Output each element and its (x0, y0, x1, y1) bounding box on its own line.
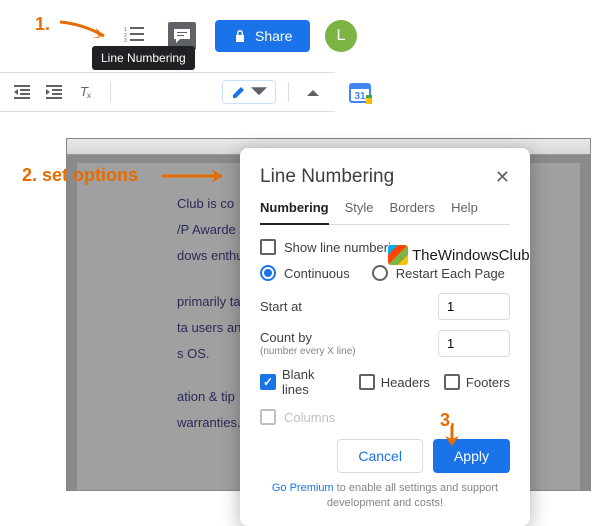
premium-note: Go Premium to enable all settings and su… (260, 481, 510, 512)
tooltip-line-numbering: Line Numbering (92, 46, 195, 70)
dialog-tabs: Numbering Style Borders Help (260, 200, 510, 225)
share-label: Share (255, 28, 292, 44)
chevron-down-icon (251, 84, 267, 100)
start-at-input[interactable] (438, 293, 510, 320)
tab-borders[interactable]: Borders (390, 200, 436, 224)
line-numbering-dialog: Line Numbering ✕ Numbering Style Borders… (240, 148, 530, 526)
continuous-label: Continuous (284, 266, 350, 281)
columns-checkbox (260, 409, 276, 425)
toolbar-formatting: Tx (0, 72, 335, 112)
headers-label: Headers (381, 375, 430, 390)
footers-label: Footers (466, 375, 510, 390)
toolbar-separator (288, 82, 289, 102)
lock-icon (233, 29, 247, 43)
svg-text:x: x (87, 91, 91, 100)
show-line-numbering-label: Show line numbering (284, 240, 405, 255)
go-premium-link[interactable]: Go Premium (272, 482, 334, 494)
count-by-input[interactable] (438, 330, 510, 357)
expand-up-icon[interactable] (301, 80, 325, 104)
headers-checkbox[interactable] (359, 374, 375, 390)
cancel-button[interactable]: Cancel (337, 439, 423, 473)
start-at-label: Start at (260, 299, 302, 314)
avatar[interactable]: L (325, 20, 357, 52)
restart-label: Restart Each Page (396, 266, 505, 281)
svg-text:31: 31 (354, 91, 366, 102)
count-by-label: Count by (number every X line) (260, 330, 356, 357)
clear-format-icon[interactable]: Tx (74, 80, 98, 104)
annotation-2: 2. set options (22, 165, 138, 186)
tab-style[interactable]: Style (345, 200, 374, 224)
arrow-1 (58, 18, 113, 48)
pencil-icon (231, 84, 247, 100)
share-button[interactable]: Share (215, 20, 310, 52)
arrow-3 (442, 426, 462, 448)
calendar-icon[interactable]: 31 (348, 80, 372, 104)
restart-radio[interactable] (372, 265, 388, 281)
toolbar-separator (110, 82, 111, 102)
blank-lines-checkbox[interactable] (260, 374, 276, 390)
columns-label: Columns (284, 410, 335, 425)
outdent-icon[interactable] (10, 80, 34, 104)
blank-lines-label: Blank lines (282, 367, 345, 397)
tab-help[interactable]: Help (451, 200, 478, 224)
count-by-sublabel: (number every X line) (260, 346, 356, 357)
svg-text:3: 3 (124, 38, 127, 42)
show-line-numbering-checkbox[interactable] (260, 239, 276, 255)
dialog-title: Line Numbering (260, 166, 394, 188)
tab-numbering[interactable]: Numbering (260, 200, 329, 225)
indent-icon[interactable] (42, 80, 66, 104)
annotation-1: 1. (35, 14, 50, 35)
footers-checkbox[interactable] (444, 374, 460, 390)
continuous-radio[interactable] (260, 265, 276, 281)
close-button[interactable]: ✕ (495, 167, 510, 188)
arrow-2 (162, 166, 234, 186)
line-numbering-icon[interactable]: 123 (122, 22, 146, 46)
edit-mode-button[interactable] (222, 80, 276, 104)
